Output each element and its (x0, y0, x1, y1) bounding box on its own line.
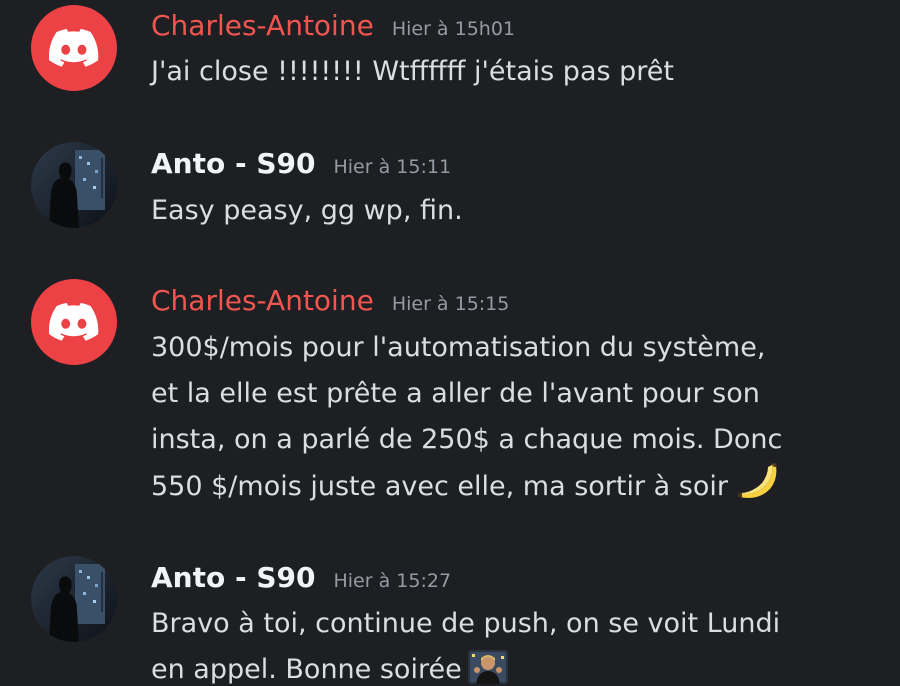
message-header: Anto - S90 Hier à 15:11 (151, 147, 451, 180)
message-line-last: en appel. Bonne soirée (151, 647, 851, 686)
avatar[interactable] (31, 5, 117, 91)
timestamp: Hier à 15h01 (391, 18, 515, 40)
timestamp: Hier à 15:27 (333, 570, 452, 592)
message-line: 300$/mois pour l'automatisation du systè… (151, 332, 766, 363)
message-line: et la elle est prête a aller de l'avant … (151, 378, 760, 409)
message-text: 300$/mois pour l'automatisation du systè… (151, 325, 851, 516)
message-line-last: 550 $/mois juste avec elle, ma sortir à … (151, 463, 851, 516)
chat-message-list: Charles-Antoine Hier à 15h01 J'ai close … (0, 0, 900, 686)
message-text: Easy peasy, gg wp, fin. (151, 195, 463, 226)
timestamp: Hier à 15:11 (333, 156, 452, 178)
discord-logo-icon (49, 303, 99, 341)
message-text: Bravo à toi, continue de push, on se voi… (151, 601, 851, 686)
user-photo-avatar (31, 556, 117, 642)
author-name[interactable]: Anto - S90 (151, 561, 315, 594)
message-line: 550 $/mois juste avec elle, ma sortir à … (151, 471, 728, 502)
message-header: Anto - S90 Hier à 15:27 (151, 561, 451, 594)
author-name[interactable]: Anto - S90 (151, 147, 315, 180)
message-header: Charles-Antoine Hier à 15h01 (151, 9, 515, 42)
message-header: Charles-Antoine Hier à 15:15 (151, 284, 509, 317)
timestamp: Hier à 15:15 (391, 293, 510, 315)
discord-logo-icon (49, 29, 99, 67)
user-photo-avatar (31, 142, 117, 228)
author-name[interactable]: Charles-Antoine (151, 284, 374, 317)
avatar[interactable] (31, 556, 117, 642)
author-name[interactable]: Charles-Antoine (151, 9, 374, 42)
message-line: insta, on a parlé de 250$ a chaque mois.… (151, 424, 783, 455)
banana-emoji (734, 463, 778, 516)
clapping-man-emoji (467, 650, 508, 686)
avatar[interactable] (31, 142, 117, 228)
message-line: en appel. Bonne soirée (151, 654, 462, 685)
avatar[interactable] (31, 279, 117, 365)
message-line: Bravo à toi, continue de push, on se voi… (151, 608, 781, 639)
message-text: J'ai close !!!!!!!! Wtffffff j'étais pas… (151, 56, 674, 87)
